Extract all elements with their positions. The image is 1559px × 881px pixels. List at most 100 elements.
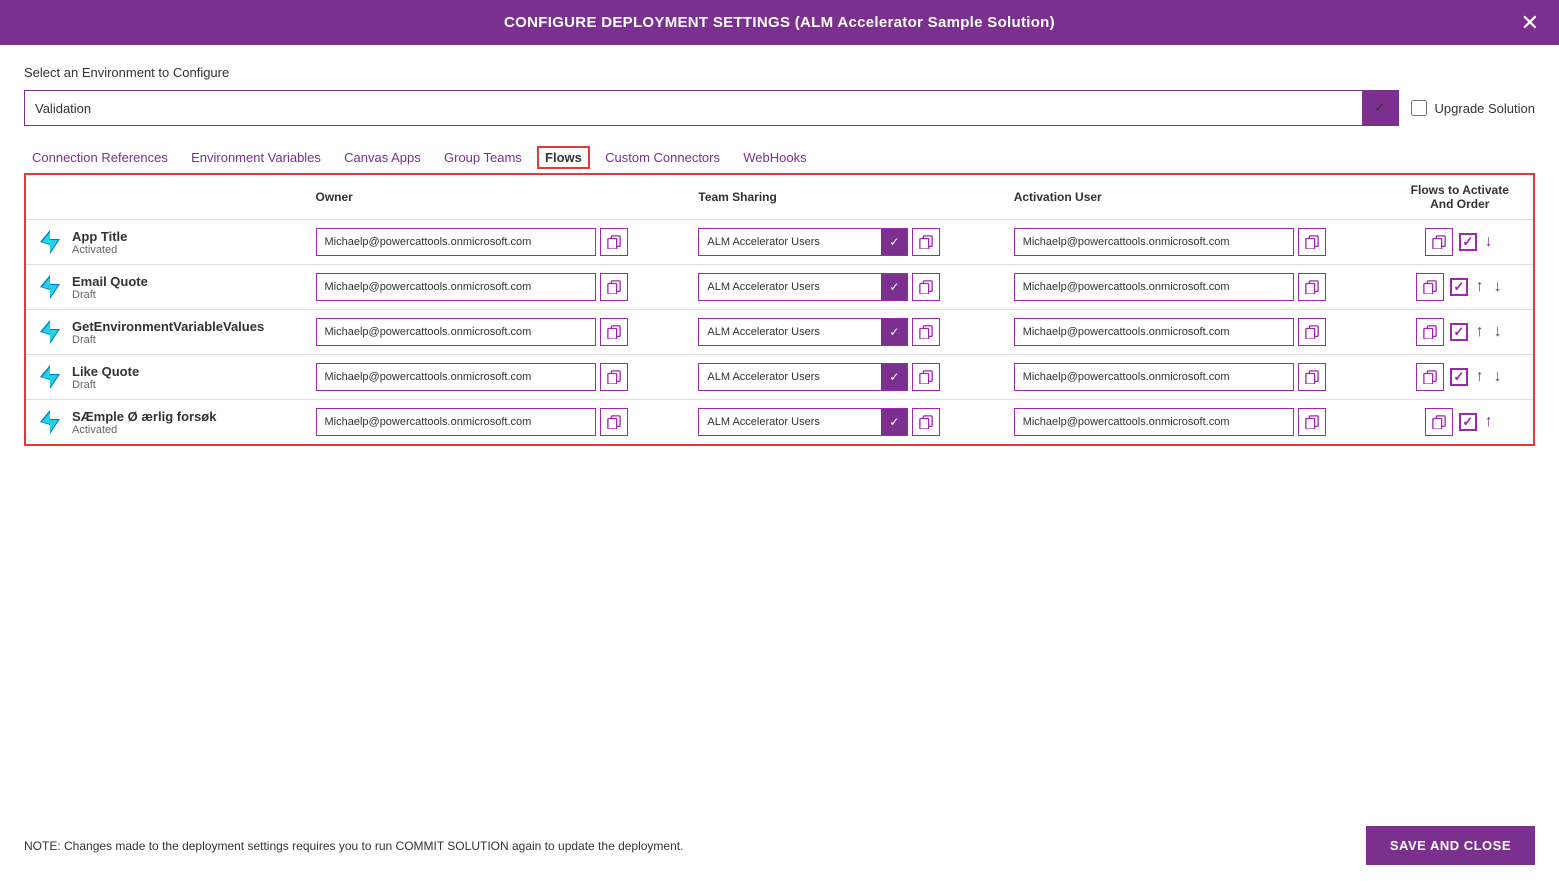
activate-checkbox[interactable]: ✓: [1459, 413, 1477, 431]
owner-input[interactable]: [316, 408, 596, 436]
move-down-button[interactable]: ↓: [1483, 234, 1495, 250]
team-select-wrapper[interactable]: ALM Accelerator Users ✓: [698, 273, 908, 301]
upgrade-solution-label: Upgrade Solution: [1435, 101, 1535, 116]
owner-input[interactable]: [316, 318, 596, 346]
owner-copy-button[interactable]: [600, 408, 628, 436]
team-select-wrapper[interactable]: ALM Accelerator Users ✓: [698, 318, 908, 346]
flow-status: Activated: [72, 424, 216, 436]
activate-checkbox[interactable]: ✓: [1459, 233, 1477, 251]
tab-environment-variables[interactable]: Environment Variables: [183, 146, 329, 169]
main-content-area: Owner Team Sharing Activation User Flows…: [24, 173, 1535, 446]
tab-canvas-apps[interactable]: Canvas Apps: [336, 146, 429, 169]
activation-user-input[interactable]: [1014, 273, 1294, 301]
save-close-button[interactable]: SAVE AND CLOSE: [1366, 826, 1535, 865]
team-select-wrapper[interactable]: ALM Accelerator Users ✓: [698, 408, 908, 436]
activation-user-input[interactable]: [1014, 318, 1294, 346]
activate-checkbox[interactable]: ✓: [1450, 323, 1468, 341]
owner-copy-button[interactable]: [600, 318, 628, 346]
tab-group-teams[interactable]: Group Teams: [436, 146, 530, 169]
flow-name-cell: GetEnvironmentVariableValues Draft: [26, 310, 306, 355]
col-header-owner: Owner: [306, 175, 689, 220]
dialog-header: CONFIGURE DEPLOYMENT SETTINGS (ALM Accel…: [0, 0, 1559, 45]
owner-cell: [306, 220, 689, 265]
tab-flows[interactable]: Flows: [537, 146, 590, 169]
activation-user-input[interactable]: [1014, 408, 1294, 436]
flows-table: Owner Team Sharing Activation User Flows…: [26, 175, 1533, 444]
team-copy-button[interactable]: [912, 408, 940, 436]
close-button[interactable]: ✕: [1521, 12, 1539, 34]
team-copy-button[interactable]: [912, 318, 940, 346]
flow-icon: [36, 273, 64, 301]
team-chevron-button[interactable]: ✓: [881, 364, 907, 390]
move-down-button[interactable]: ↓: [1492, 324, 1504, 340]
activation-copy-button[interactable]: [1298, 228, 1326, 256]
activate-copy-button[interactable]: [1425, 228, 1453, 256]
table-row: SÆmple Ø ærlig forsøk Activated ALM Acce…: [26, 400, 1533, 445]
activate-copy-button[interactable]: [1416, 318, 1444, 346]
move-up-button[interactable]: ↑: [1483, 414, 1495, 430]
activation-copy-button[interactable]: [1298, 408, 1326, 436]
owner-copy-button[interactable]: [600, 228, 628, 256]
team-copy-button[interactable]: [912, 363, 940, 391]
team-sharing-cell: ALM Accelerator Users ✓: [688, 265, 1003, 310]
team-select-wrapper[interactable]: ALM Accelerator Users ✓: [698, 363, 908, 391]
owner-copy-button[interactable]: [600, 273, 628, 301]
owner-input[interactable]: [316, 363, 596, 391]
team-sharing-cell: ALM Accelerator Users ✓: [688, 310, 1003, 355]
activate-copy-button[interactable]: [1416, 273, 1444, 301]
team-sharing-cell: ALM Accelerator Users ✓: [688, 400, 1003, 445]
tab-connection-references[interactable]: Connection References: [24, 146, 176, 169]
tab-custom-connectors[interactable]: Custom Connectors: [597, 146, 728, 169]
env-select-wrapper[interactable]: Validation ✓: [24, 90, 1399, 126]
activation-copy-button[interactable]: [1298, 318, 1326, 346]
flow-name: Email Quote: [72, 274, 148, 289]
table-row: GetEnvironmentVariableValues Draft ALM A…: [26, 310, 1533, 355]
move-down-button[interactable]: ↓: [1492, 279, 1504, 295]
dialog-footer: NOTE: Changes made to the deployment set…: [0, 810, 1559, 881]
move-up-button[interactable]: ↑: [1474, 279, 1486, 295]
owner-cell: [306, 400, 689, 445]
env-chevron-button[interactable]: ✓: [1362, 91, 1398, 125]
activate-checkbox[interactable]: ✓: [1450, 368, 1468, 386]
flow-name: GetEnvironmentVariableValues: [72, 319, 264, 334]
activate-cell: ✓ ↑: [1387, 400, 1533, 445]
activation-user-input[interactable]: [1014, 228, 1294, 256]
flow-name-cell: Like Quote Draft: [26, 355, 306, 400]
activation-copy-button[interactable]: [1298, 363, 1326, 391]
team-chevron-button[interactable]: ✓: [881, 274, 907, 300]
team-chevron-button[interactable]: ✓: [881, 319, 907, 345]
move-down-button[interactable]: ↓: [1492, 369, 1504, 385]
activate-copy-button[interactable]: [1425, 408, 1453, 436]
flow-icon: [36, 318, 64, 346]
move-up-button[interactable]: ↑: [1474, 324, 1486, 340]
footer-note: NOTE: Changes made to the deployment set…: [24, 839, 683, 853]
activate-copy-button[interactable]: [1416, 363, 1444, 391]
table-row: Like Quote Draft ALM Accelerator Users ✓: [26, 355, 1533, 400]
activation-copy-button[interactable]: [1298, 273, 1326, 301]
tab-webhooks[interactable]: WebHooks: [735, 146, 814, 169]
team-chevron-button[interactable]: ✓: [881, 409, 907, 435]
flow-name: Like Quote: [72, 364, 139, 379]
activation-user-cell: [1004, 310, 1387, 355]
team-select-value: ALM Accelerator Users: [699, 281, 881, 293]
upgrade-solution-checkbox[interactable]: [1411, 100, 1427, 116]
team-copy-button[interactable]: [912, 273, 940, 301]
move-up-button[interactable]: ↑: [1474, 369, 1486, 385]
team-select-value: ALM Accelerator Users: [699, 326, 881, 338]
flow-status: Activated: [72, 244, 127, 256]
flow-name-cell: SÆmple Ø ærlig forsøk Activated: [26, 400, 306, 445]
owner-input[interactable]: [316, 228, 596, 256]
owner-copy-button[interactable]: [600, 363, 628, 391]
dialog-body: Select an Environment to Configure Valid…: [0, 45, 1559, 466]
team-copy-button[interactable]: [912, 228, 940, 256]
activate-cell: ✓ ↓: [1387, 220, 1533, 265]
activate-checkbox[interactable]: ✓: [1450, 278, 1468, 296]
team-chevron-button[interactable]: ✓: [881, 229, 907, 255]
activation-user-cell: [1004, 400, 1387, 445]
flow-status: Draft: [72, 289, 148, 301]
flow-icon: [36, 363, 64, 391]
team-select-wrapper[interactable]: ALM Accelerator Users ✓: [698, 228, 908, 256]
owner-input[interactable]: [316, 273, 596, 301]
team-sharing-cell: ALM Accelerator Users ✓: [688, 220, 1003, 265]
activation-user-input[interactable]: [1014, 363, 1294, 391]
